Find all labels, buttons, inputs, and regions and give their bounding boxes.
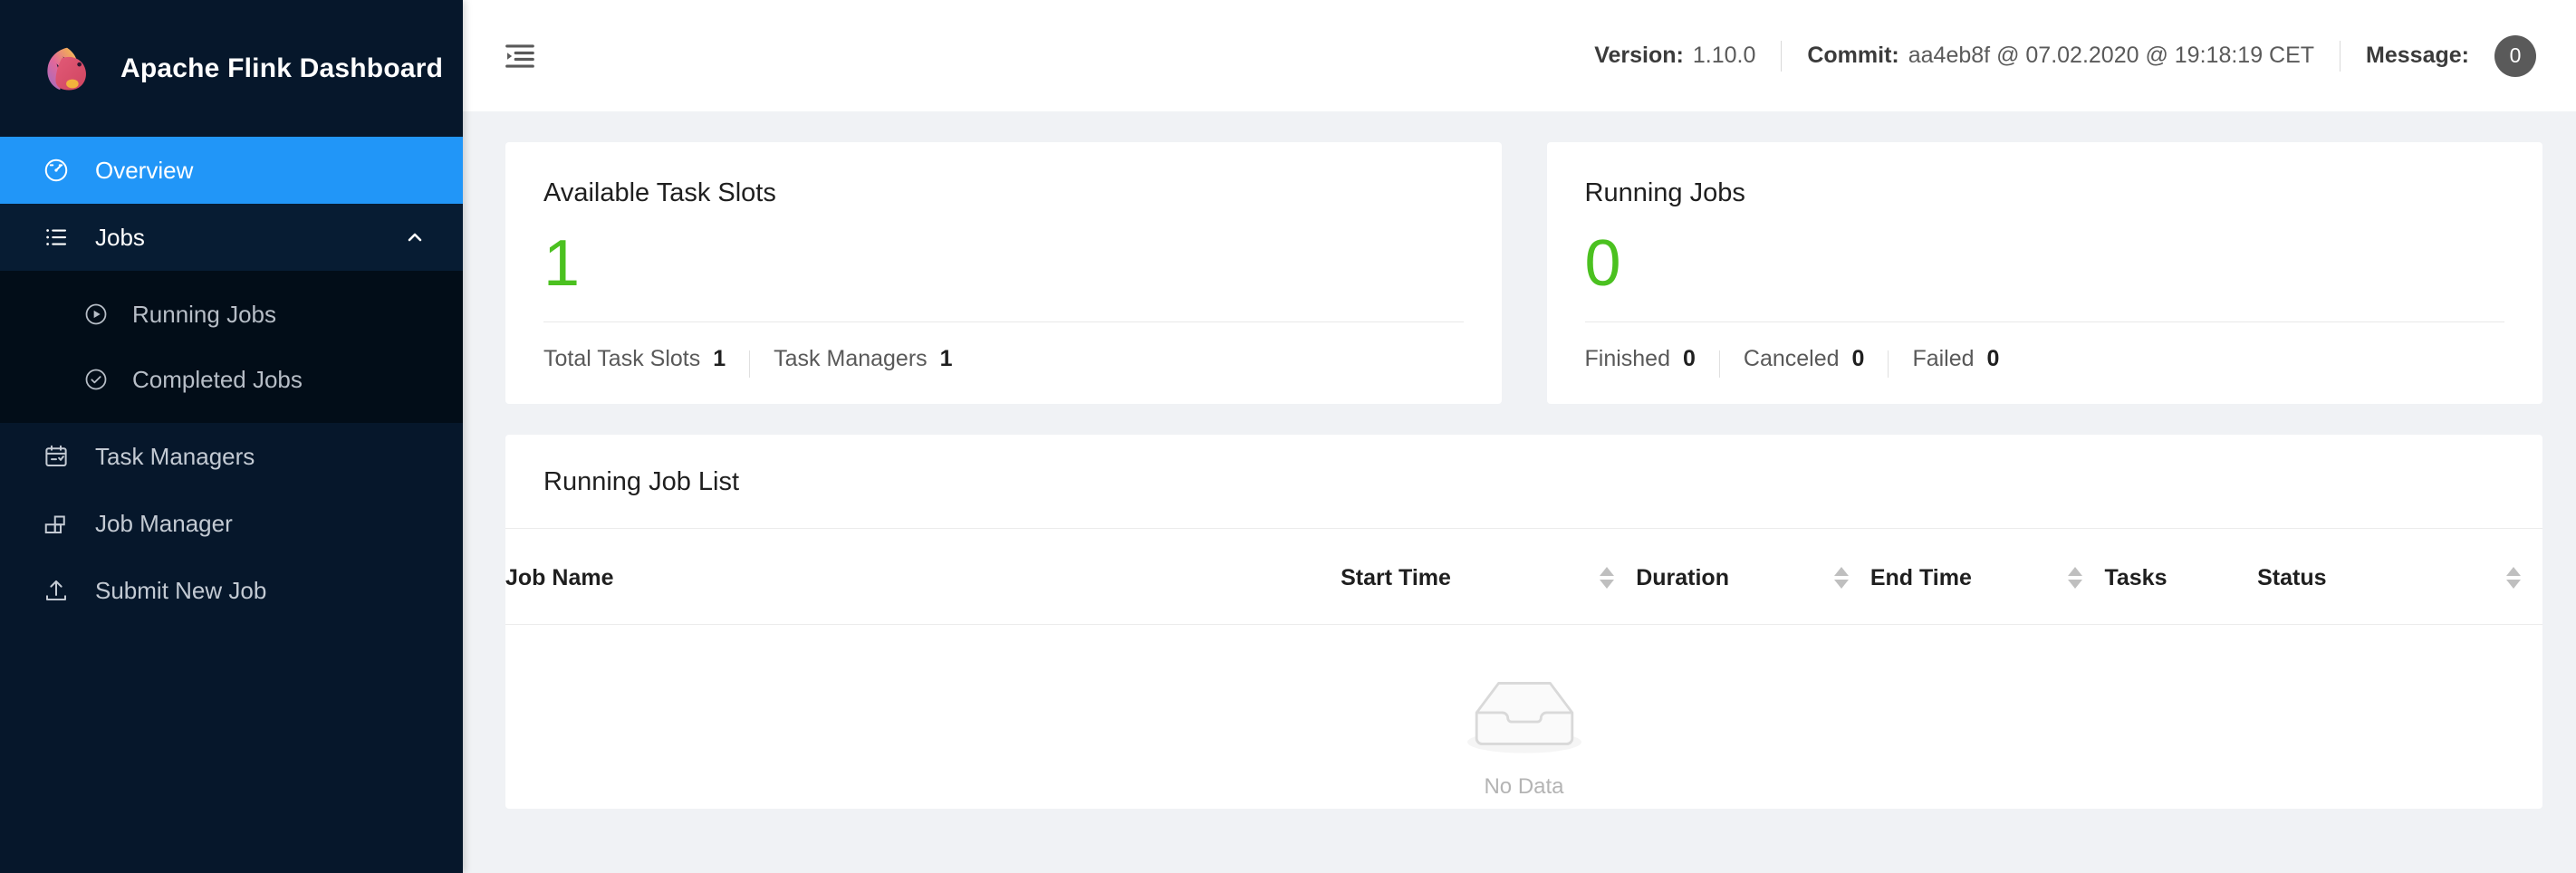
- available-task-slots-value: 1: [543, 226, 1464, 302]
- stat-finished: Finished 0: [1585, 346, 1696, 372]
- sidebar-item-label: Jobs: [95, 224, 145, 252]
- card-divider: [543, 321, 1464, 322]
- stat-value: 0: [1852, 346, 1865, 372]
- sidebar-item-task-managers[interactable]: Task Managers: [0, 423, 463, 490]
- sort-end-time-icon[interactable]: [2068, 567, 2082, 589]
- header-divider: [1781, 41, 1782, 72]
- column-label: Tasks: [2104, 565, 2167, 590]
- empty-inbox-icon: [1466, 676, 1583, 762]
- sidebar-item-jobs[interactable]: Jobs: [0, 204, 463, 271]
- stat-failed: Failed 0: [1912, 346, 1999, 372]
- top-header: Version: 1.10.0 Commit: aa4eb8f @ 07.02.…: [463, 0, 2576, 111]
- message-label: Message:: [2366, 43, 2469, 69]
- panel-header: Running Job List: [505, 435, 2542, 529]
- column-end-time[interactable]: End Time: [1870, 529, 2105, 625]
- panel-title: Running Job List: [543, 467, 2504, 497]
- running-jobs-value: 0: [1585, 226, 2505, 302]
- stat-label: Failed: [1912, 346, 1974, 372]
- content-area: Available Task Slots 1 Total Task Slots …: [463, 111, 2576, 873]
- stat-divider: [1888, 350, 1889, 378]
- chevron-up-icon[interactable]: [403, 225, 427, 249]
- sort-start-time-icon[interactable]: [1600, 567, 1614, 589]
- sidebar-item-label: Submit New Job: [95, 577, 266, 605]
- stat-label: Finished: [1585, 346, 1671, 372]
- column-tasks[interactable]: Tasks: [2104, 529, 2257, 625]
- running-job-list-panel: Running Job List Job Name Start Time: [505, 435, 2542, 809]
- calendar-check-icon: [41, 441, 72, 472]
- main-area: Version: 1.10.0 Commit: aa4eb8f @ 07.02.…: [463, 0, 2576, 873]
- sidebar-subitem-label: Completed Jobs: [132, 366, 303, 394]
- stat-label: Total Task Slots: [543, 346, 700, 372]
- flink-squirrel-logo-icon: [41, 41, 97, 97]
- stat-divider: [749, 350, 750, 378]
- stat-divider: [1719, 350, 1720, 378]
- stat-label: Task Managers: [774, 346, 928, 372]
- column-status[interactable]: Status: [2257, 529, 2542, 625]
- running-jobs-table: Job Name Start Time Duration: [505, 529, 2542, 809]
- sidebar-item-submit-new-job[interactable]: Submit New Job: [0, 557, 463, 624]
- sidebar-subitem-label: Running Jobs: [132, 301, 276, 329]
- version-label: Version:: [1594, 43, 1684, 69]
- dashboard-icon: [41, 155, 72, 186]
- menu-fold-icon[interactable]: [499, 35, 541, 77]
- brand-title: Apache Flink Dashboard: [120, 53, 443, 84]
- stat-value: 1: [713, 346, 726, 372]
- stat-label: Canceled: [1744, 346, 1840, 372]
- table-header-row: Job Name Start Time Duration: [505, 529, 2542, 625]
- header-info: Version: 1.10.0 Commit: aa4eb8f @ 07.02.…: [1594, 35, 2536, 77]
- upload-icon: [41, 575, 72, 606]
- empty-state: No Data: [505, 625, 2542, 809]
- jobs-submenu: Running Jobs Completed Jobs: [0, 271, 463, 423]
- sidebar-item-completed-jobs[interactable]: Completed Jobs: [0, 347, 463, 412]
- card-stats: Total Task Slots 1 Task Managers 1: [543, 346, 1464, 373]
- column-label: Duration: [1636, 565, 1729, 591]
- sidebar: Apache Flink Dashboard Overview: [0, 0, 463, 873]
- card-divider: [1585, 321, 2505, 322]
- sidebar-item-label: Job Manager: [95, 510, 233, 538]
- table-header: Job Name Start Time Duration: [505, 529, 2542, 625]
- card-title: Available Task Slots: [543, 178, 1464, 208]
- sort-duration-icon[interactable]: [1834, 567, 1849, 589]
- check-circle-icon: [82, 365, 111, 394]
- available-task-slots-card: Available Task Slots 1 Total Task Slots …: [505, 142, 1502, 404]
- table-empty-row: No Data: [505, 624, 2542, 809]
- sidebar-item-overview[interactable]: Overview: [0, 137, 463, 204]
- commit-value: aa4eb8f @ 07.02.2020 @ 19:18:19 CET: [1908, 43, 2314, 69]
- empty-state-text: No Data: [1484, 774, 1563, 800]
- commit-label: Commit:: [1807, 43, 1898, 69]
- brand-header[interactable]: Apache Flink Dashboard: [0, 0, 463, 137]
- version-value: 1.10.0: [1693, 43, 1756, 69]
- cluster-icon: [41, 508, 72, 539]
- stat-total-task-slots: Total Task Slots 1: [543, 346, 726, 372]
- sidebar-item-job-manager[interactable]: Job Manager: [0, 490, 463, 557]
- summary-cards-row: Available Task Slots 1 Total Task Slots …: [505, 142, 2542, 404]
- column-job-name[interactable]: Job Name: [505, 529, 1341, 625]
- play-circle-icon: [82, 300, 111, 329]
- sidebar-nav: Overview Jobs: [0, 137, 463, 873]
- stat-value: 1: [940, 346, 953, 372]
- card-stats: Finished 0 Canceled 0 Failed 0: [1585, 346, 2505, 373]
- header-divider: [2340, 41, 2341, 72]
- column-label: Start Time: [1341, 565, 1451, 591]
- stat-task-managers: Task Managers 1: [774, 346, 952, 372]
- ordered-list-icon: [41, 222, 72, 253]
- card-title: Running Jobs: [1585, 178, 2505, 208]
- sort-status-icon[interactable]: [2506, 567, 2521, 589]
- column-start-time[interactable]: Start Time: [1341, 529, 1636, 625]
- stat-value: 0: [1987, 346, 2000, 372]
- column-duration[interactable]: Duration: [1636, 529, 1870, 625]
- sidebar-item-label: Task Managers: [95, 443, 255, 471]
- column-label: Job Name: [505, 565, 613, 590]
- stat-canceled: Canceled 0: [1744, 346, 1865, 372]
- table-body: No Data: [505, 624, 2542, 809]
- stat-value: 0: [1683, 346, 1696, 372]
- table-empty-cell: No Data: [505, 624, 2542, 809]
- column-label: Status: [2257, 565, 2326, 591]
- column-label: End Time: [1870, 565, 1972, 591]
- app-root: Apache Flink Dashboard Overview: [0, 0, 2576, 873]
- message-count-badge[interactable]: 0: [2494, 35, 2536, 77]
- sidebar-item-label: Overview: [95, 157, 193, 185]
- sidebar-item-running-jobs[interactable]: Running Jobs: [0, 282, 463, 347]
- running-jobs-card: Running Jobs 0 Finished 0 Canceled 0: [1547, 142, 2543, 404]
